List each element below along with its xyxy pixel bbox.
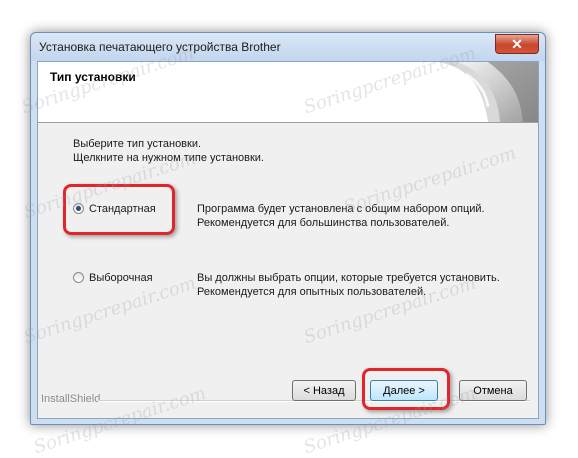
back-button[interactable]: < Назад [292, 380, 356, 401]
close-button[interactable]: ✕ [495, 34, 539, 54]
option-standard-desc-1: Программа будет установлена с общим набо… [197, 203, 485, 215]
instruction-line-1: Выберите тип установки. [73, 138, 202, 150]
dialog-body: Тип установки Выберите тип установки. Ще… [37, 61, 539, 419]
close-icon: ✕ [511, 36, 523, 52]
installshield-label: InstallShield [41, 393, 101, 405]
option-custom-label[interactable]: Выборочная [89, 271, 153, 285]
radio-custom[interactable] [73, 272, 84, 283]
option-standard-label[interactable]: Стандартная [89, 202, 156, 216]
option-standard-desc-2: Рекомендуется для большинства пользовате… [197, 217, 450, 229]
option-custom-desc-2: Рекомендуется для опытных пользователей. [197, 286, 427, 298]
